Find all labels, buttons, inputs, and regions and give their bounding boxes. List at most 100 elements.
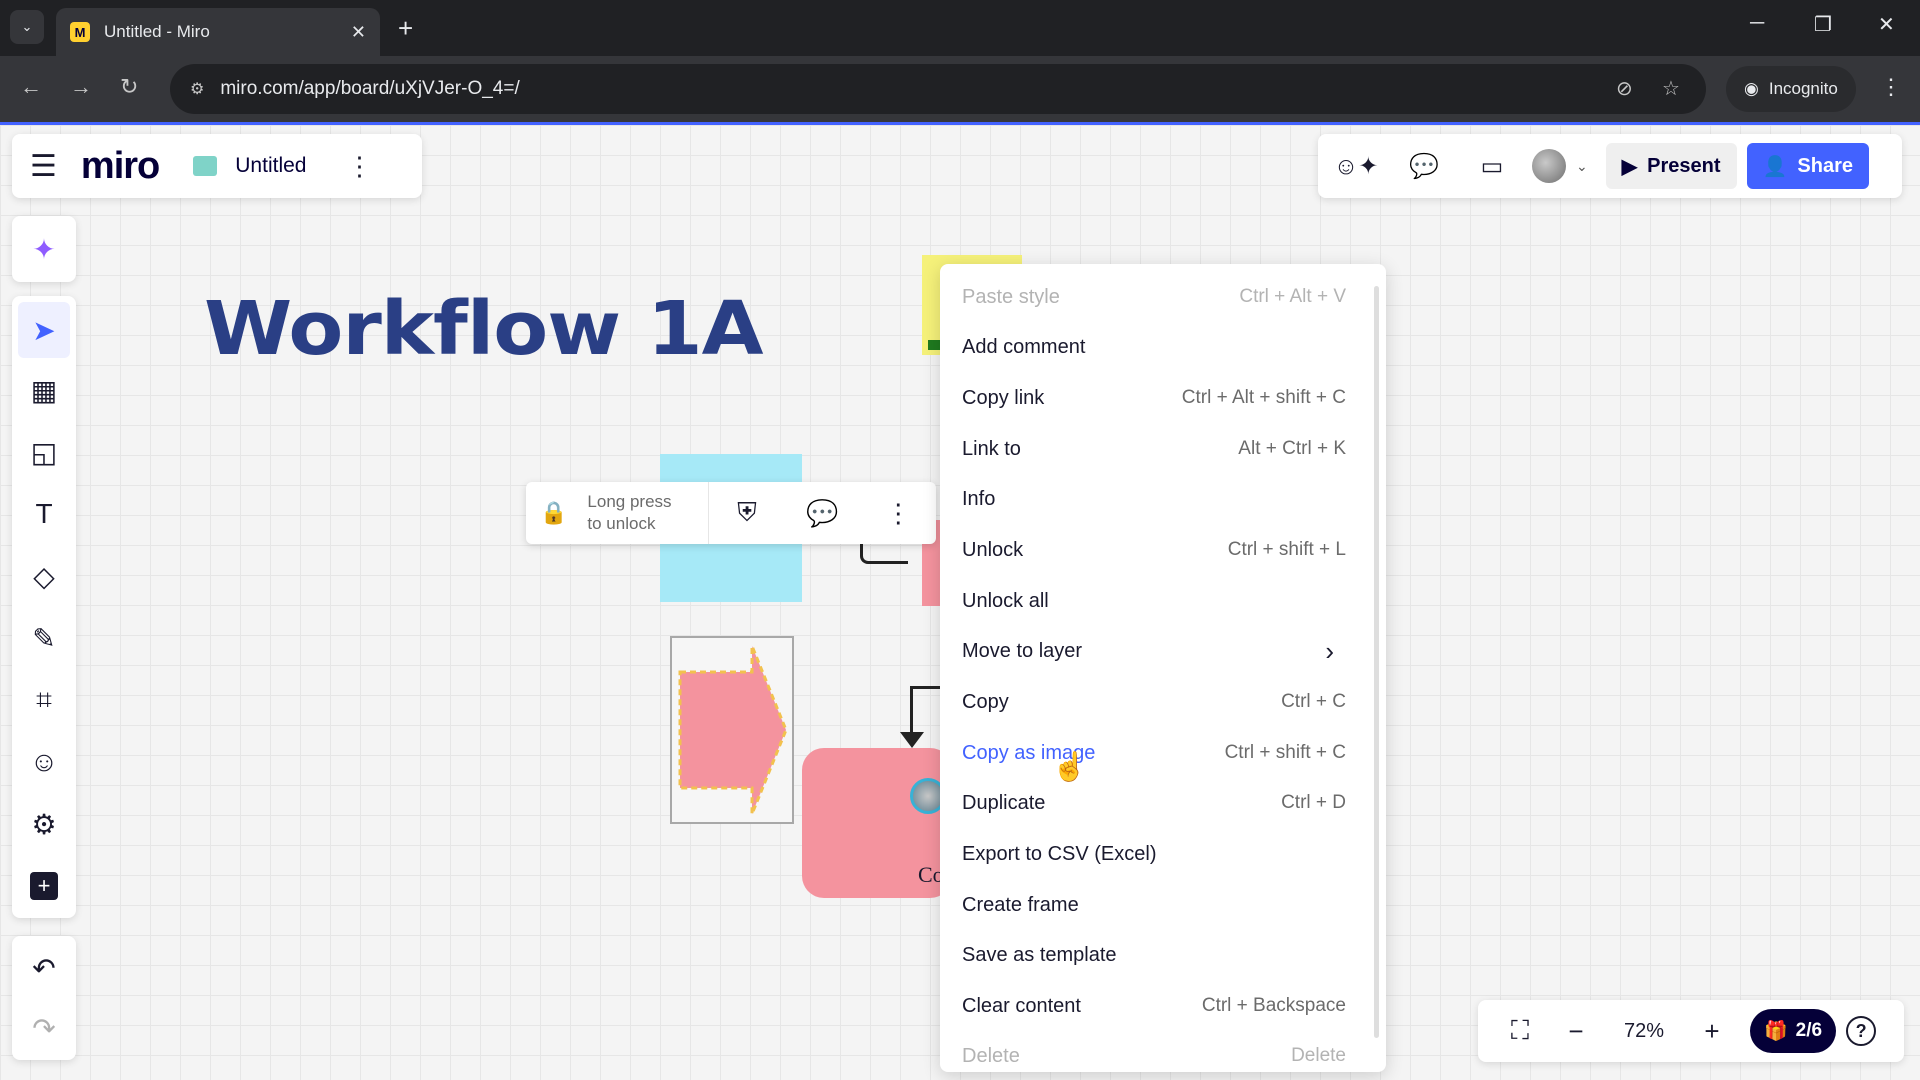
minimize-icon[interactable]: ─ [1750, 12, 1764, 35]
miro-logo[interactable]: miro [81, 145, 160, 188]
menu-item-label: Clear content [962, 994, 1081, 1017]
collaboration-panel: ☺✦ 💬 ▭ ⌄ ▶ Present 👤 Share [1318, 134, 1902, 198]
menu-item-shortcut: Ctrl + C [1281, 691, 1346, 712]
zoom-out-icon[interactable]: − [1548, 1016, 1604, 1047]
menu-item-copy[interactable]: Copy Ctrl + C [940, 677, 1370, 727]
text-tool-icon[interactable]: T [12, 486, 76, 542]
eye-off-icon[interactable]: ⊘ [1616, 76, 1633, 101]
new-tab-icon[interactable]: + [398, 14, 413, 42]
menu-item-shortcut: Ctrl + Backspace [1201, 995, 1346, 1016]
more-options-icon[interactable]: ⋮ [860, 498, 936, 529]
forward-icon[interactable]: → [70, 74, 92, 100]
apps-icon[interactable]: ⚙ [12, 796, 76, 852]
shapes-icon[interactable]: ◇ [12, 548, 76, 604]
miro-favicon-icon: M [70, 22, 90, 42]
tab-title: Untitled - Miro [104, 22, 210, 41]
creation-toolbar: ➤ ▦ ◱ T ◇ ✎ ⌗ ☺ ⚙ + [12, 296, 76, 918]
comments-icon[interactable]: 💬 [1396, 152, 1452, 181]
gift-icon: 🎁 [1764, 1021, 1788, 1042]
menu-item-copy-link[interactable]: Copy link Ctrl + Alt + shift + C [940, 373, 1370, 423]
menu-item-label: Copy [962, 690, 1009, 713]
comment-icon[interactable]: 💬 [785, 498, 861, 529]
ai-assist-panel: ✦ [12, 216, 76, 282]
menu-item-shortcut: Ctrl + Alt + shift + C [1181, 387, 1346, 408]
frame-icon[interactable]: ⌗ [12, 672, 76, 728]
redo-icon[interactable]: ↷ [12, 1000, 76, 1056]
templates-icon[interactable]: ▦ [12, 362, 76, 418]
tab-close-icon[interactable]: ✕ [351, 22, 366, 43]
pink-arrow-shape[interactable] [672, 638, 792, 822]
menu-item-unlock-all[interactable]: Unlock all [940, 576, 1370, 626]
restore-icon[interactable]: ❐ [1814, 12, 1832, 37]
undo-icon[interactable]: ↶ [12, 940, 76, 996]
play-icon: ▶ [1621, 155, 1638, 178]
reload-icon[interactable]: ↻ [120, 74, 138, 100]
select-tool-icon[interactable]: ➤ [18, 302, 70, 358]
menu-item-unlock[interactable]: Unlock Ctrl + shift + L [940, 525, 1370, 575]
close-window-icon[interactable]: ✕ [1878, 12, 1895, 37]
menu-item-link-to[interactable]: Link to Alt + Ctrl + K [940, 424, 1370, 474]
menu-item-copy-as-image[interactable]: Copy as image Ctrl + shift + C [940, 728, 1370, 778]
stickers-icon[interactable]: ☺ [12, 734, 76, 790]
menu-item-save-as-template[interactable]: Save as template [940, 930, 1370, 980]
menu-item-shortcut: Ctrl + shift + C [1224, 742, 1346, 763]
url-field[interactable]: ⚙ miro.com/app/board/uXjVJer-O_4=/ [170, 64, 1706, 114]
ai-sparkle-icon[interactable]: ✦ [32, 233, 55, 266]
hand-cursor-icon: ☝ [1052, 751, 1087, 782]
history-panel: ↶ ↷ [12, 936, 76, 1060]
menu-item-label: Export to CSV (Excel) [962, 842, 1157, 865]
menu-item-clear-content[interactable]: Clear content Ctrl + Backspace [940, 981, 1370, 1031]
board-title-text[interactable]: Workflow 1A [204, 286, 764, 372]
menu-item-paste-style[interactable]: Paste style Ctrl + Alt + V [940, 272, 1370, 322]
menu-item-info[interactable]: Info [940, 474, 1370, 524]
incognito-label: Incognito [1768, 79, 1838, 98]
menu-item-export-csv[interactable]: Export to CSV (Excel) [940, 829, 1370, 879]
site-info-icon[interactable]: ⚙ [190, 79, 204, 99]
menu-item-shortcut: Delete [1291, 1045, 1346, 1066]
menu-item-label: Copy as image [962, 741, 1096, 764]
menu-item-shortcut: Ctrl + D [1281, 792, 1346, 813]
board-more-icon[interactable]: ⋮ [346, 151, 372, 182]
present-button[interactable]: ▶ Present [1605, 143, 1737, 189]
menu-item-label: Delete [962, 1044, 1020, 1067]
arrow-frame[interactable] [670, 636, 794, 824]
onboarding-progress-button[interactable]: 🎁 2/6 [1750, 1009, 1837, 1053]
shield-icon[interactable]: ⛨ [709, 497, 785, 529]
zoom-level[interactable]: 72% [1604, 1020, 1684, 1043]
unlock-control[interactable]: 🔒 Long press to unlock [526, 482, 710, 544]
collaborators-dropdown[interactable]: ⌄ [1532, 149, 1588, 183]
zoom-in-icon[interactable]: + [1684, 1016, 1740, 1047]
menu-item-delete[interactable]: Delete Delete [940, 1031, 1370, 1072]
onboarding-count: 2/6 [1795, 1020, 1823, 1041]
back-icon[interactable]: ← [20, 74, 42, 100]
board-name[interactable]: Untitled [235, 154, 306, 178]
lock-hint-line1: Long press [587, 492, 672, 511]
chevron-down-icon: ⌄ [1576, 157, 1588, 174]
connector-line[interactable] [910, 686, 944, 689]
sticky-note-icon[interactable]: ◱ [12, 424, 76, 480]
menu-item-add-comment[interactable]: Add comment [940, 322, 1370, 372]
tab-search-dropdown-icon[interactable]: ⌄ [10, 10, 44, 44]
main-menu-icon[interactable]: ☰ [30, 149, 57, 184]
menu-item-shortcut: Ctrl + Alt + V [1239, 286, 1346, 307]
add-more-icon[interactable]: + [12, 858, 76, 914]
chevron-right-icon: › [1325, 635, 1334, 666]
browser-menu-icon[interactable]: ⋮ [1880, 74, 1902, 100]
menu-item-create-frame[interactable]: Create frame [940, 880, 1370, 930]
video-call-icon[interactable]: ▭ [1464, 152, 1520, 181]
help-icon[interactable]: ? [1846, 1016, 1877, 1046]
reactions-icon[interactable]: ☺✦ [1328, 152, 1384, 181]
menu-item-label: Unlock all [962, 589, 1049, 612]
menu-item-label: Add comment [962, 335, 1086, 358]
context-menu: Paste style Ctrl + Alt + V Add comment C… [940, 264, 1386, 1072]
context-menu-scrollbar[interactable] [1374, 286, 1379, 1038]
share-button[interactable]: 👤 Share [1746, 143, 1869, 189]
pen-icon[interactable]: ✎ [12, 610, 76, 666]
menu-item-duplicate[interactable]: Duplicate Ctrl + D [940, 778, 1370, 828]
incognito-badge[interactable]: ◉ Incognito [1726, 66, 1856, 112]
browser-tab-active[interactable]: M Untitled - Miro ✕ [56, 8, 380, 56]
fit-to-screen-icon[interactable]: ⛶ [1492, 1015, 1548, 1047]
bookmark-star-icon[interactable]: ☆ [1662, 76, 1680, 101]
menu-item-move-to-layer[interactable]: Move to layer › [940, 626, 1370, 676]
board-header-panel: ☰ miro Untitled ⋮ [12, 134, 422, 198]
